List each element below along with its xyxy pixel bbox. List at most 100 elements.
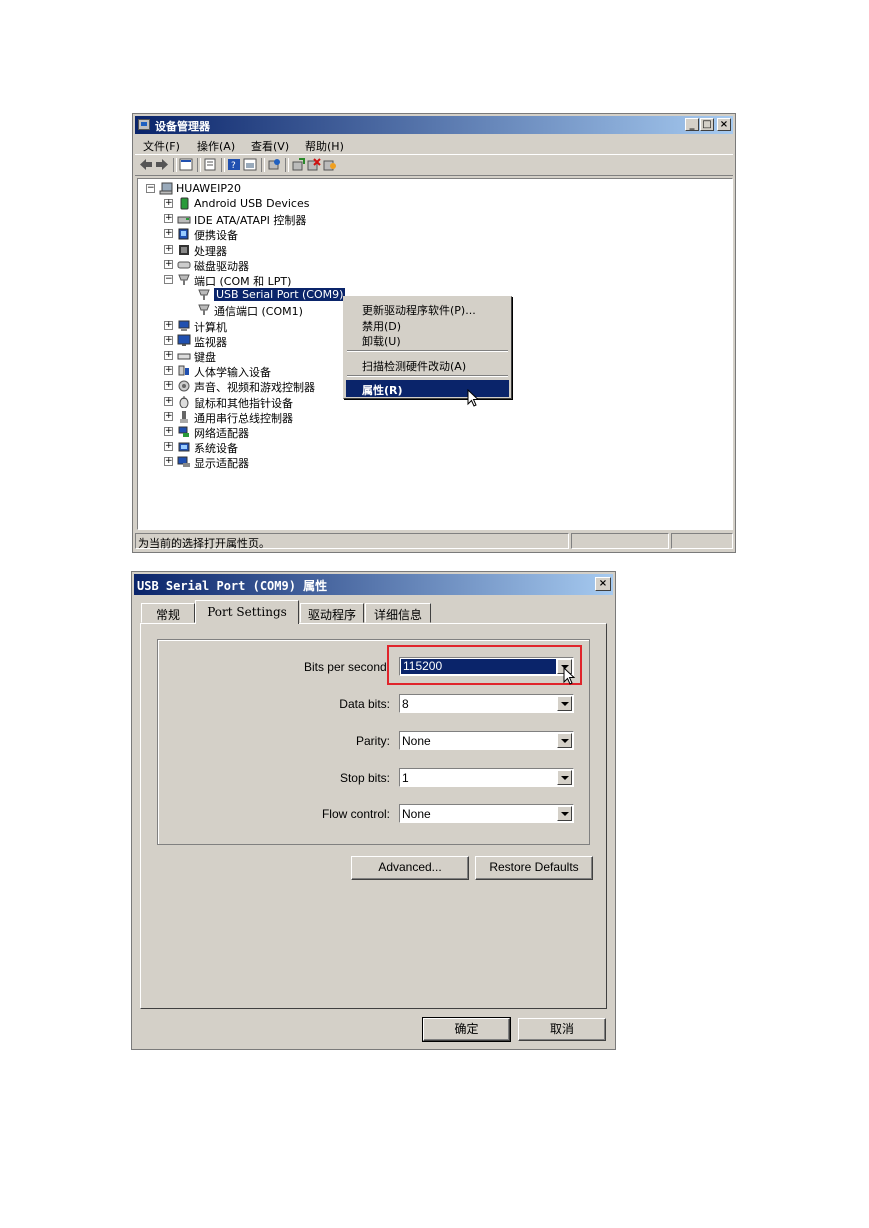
- menu-help[interactable]: 帮助(H): [305, 138, 344, 154]
- help-icon[interactable]: ?: [227, 158, 241, 171]
- properties-icon[interactable]: [203, 158, 217, 171]
- tree-item-label: USB Serial Port (COM9): [214, 288, 346, 302]
- keyboard-icon: [177, 353, 191, 360]
- mouse-cursor-icon: [563, 667, 576, 685]
- tree-item-label: Android USB Devices: [194, 197, 310, 210]
- expand-icon[interactable]: +: [164, 411, 173, 421]
- tree-item-label: 便携设备: [194, 229, 238, 243]
- show-hide-tree-icon[interactable]: [179, 158, 193, 171]
- device-manager-title: 设备管理器: [155, 120, 210, 133]
- view-icon[interactable]: [243, 158, 257, 171]
- tree-item-label: 磁盘驱动器: [194, 259, 249, 273]
- expand-icon[interactable]: +: [164, 214, 173, 224]
- menu-action[interactable]: 操作(A): [197, 138, 235, 154]
- expand-icon[interactable]: +: [164, 457, 173, 467]
- menu-update-driver[interactable]: 更新驱动程序软件(P)...: [346, 300, 509, 317]
- menu-separator: [347, 375, 508, 377]
- mouse-icon: [179, 395, 189, 408]
- menu-separator: [347, 350, 508, 352]
- tab-driver[interactable]: 驱动程序: [300, 603, 364, 623]
- expand-icon[interactable]: +: [164, 381, 173, 391]
- stop-bits-select[interactable]: 1: [399, 768, 574, 787]
- expand-icon[interactable]: +: [164, 442, 173, 452]
- minimize-button[interactable]: _: [685, 118, 699, 131]
- status-cell: [571, 533, 669, 549]
- toolbar-separator: [197, 158, 201, 172]
- chevron-down-icon[interactable]: [557, 806, 572, 821]
- expand-icon[interactable]: +: [164, 229, 173, 239]
- menu-view[interactable]: 查看(V): [251, 138, 289, 154]
- close-button[interactable]: ×: [595, 577, 611, 591]
- expand-icon[interactable]: +: [164, 259, 173, 269]
- tree-item-label: 通用串行总线控制器: [194, 411, 293, 425]
- menu-uninstall[interactable]: 卸载(U): [346, 331, 509, 348]
- menu-disable[interactable]: 禁用(D): [346, 316, 509, 333]
- properties-titlebar[interactable]: USB Serial Port (COM9) 属性 ×: [134, 574, 613, 595]
- status-cell: [671, 533, 733, 549]
- tree-item-label: 端口 (COM 和 LPT): [194, 275, 292, 288]
- menu-file[interactable]: 文件(F): [143, 138, 180, 154]
- tab-general-label: 常规: [155, 608, 180, 622]
- toolbar: ?: [135, 154, 733, 176]
- tree-item-label: 鼠标和其他指针设备: [194, 396, 293, 410]
- status-bar: 为当前的选择打开属性页。: [135, 533, 733, 550]
- toolbar-separator: [173, 158, 177, 172]
- status-text: 为当前的选择打开属性页。: [138, 537, 270, 550]
- device-manager-app-icon: [138, 119, 150, 130]
- update-driver-icon[interactable]: [291, 158, 305, 171]
- processor-icon: [179, 244, 189, 255]
- chevron-down-icon[interactable]: [557, 696, 572, 711]
- toolbar-separator: [221, 158, 225, 172]
- expand-icon[interactable]: +: [164, 366, 173, 376]
- toolbar-separator: [261, 158, 265, 172]
- tree-item-label: 网络适配器: [194, 427, 249, 440]
- expand-icon[interactable]: +: [164, 427, 173, 436]
- data-bits-select[interactable]: 8: [399, 694, 574, 713]
- chevron-down-icon[interactable]: [557, 770, 572, 785]
- uninstall-icon[interactable]: [307, 158, 321, 171]
- chevron-down-icon[interactable]: [557, 733, 572, 748]
- context-menu: 更新驱动程序软件(P)... 禁用(D) 卸载(U) 扫描检测硬件改动(A) 属…: [343, 296, 512, 399]
- stop-bits-value: 1: [402, 771, 409, 785]
- parity-label: Parity:: [355, 734, 390, 748]
- close-button[interactable]: ×: [717, 118, 731, 131]
- ok-button[interactable]: 确定: [422, 1017, 511, 1042]
- menu-bar: 文件(F) 操作(A) 查看(V) 帮助(H): [135, 135, 733, 153]
- toolbar-separator: [285, 158, 289, 172]
- expand-icon[interactable]: +: [164, 199, 173, 208]
- flow-control-select[interactable]: None: [399, 804, 574, 823]
- expand-icon[interactable]: +: [164, 351, 173, 360]
- status-text-cell: 为当前的选择打开属性页。: [135, 533, 569, 550]
- expand-icon[interactable]: +: [164, 396, 173, 406]
- menu-scan-hardware[interactable]: 扫描检测硬件改动(A): [346, 356, 509, 373]
- ide-controller-icon: [177, 216, 191, 224]
- forward-icon[interactable]: [155, 158, 169, 171]
- back-icon[interactable]: [139, 158, 153, 171]
- collapse-icon[interactable]: −: [146, 184, 155, 193]
- tree-item-label: 监视器: [194, 335, 227, 349]
- device-manager-titlebar[interactable]: 设备管理器 _ □ ×: [135, 116, 733, 134]
- expand-icon[interactable]: +: [164, 335, 173, 345]
- tab-details[interactable]: 详细信息: [365, 603, 431, 623]
- tab-details-label: 详细信息: [373, 608, 422, 622]
- scan-hardware-icon[interactable]: [267, 158, 281, 171]
- restore-defaults-button[interactable]: Restore Defaults: [475, 856, 593, 880]
- computer-icon: [159, 182, 173, 195]
- menu-properties[interactable]: 属性(R): [346, 380, 509, 397]
- sound-icon: [178, 380, 190, 392]
- cancel-button[interactable]: 取消: [518, 1018, 606, 1041]
- maximize-button[interactable]: □: [700, 118, 714, 131]
- collapse-icon[interactable]: −: [164, 275, 173, 284]
- disk-drive-icon: [177, 261, 191, 269]
- tab-general[interactable]: 常规: [141, 603, 195, 623]
- expand-icon[interactable]: +: [164, 320, 173, 330]
- tree-item-label: 系统设备: [194, 442, 238, 456]
- properties-title: USB Serial Port (COM9) 属性: [137, 579, 328, 593]
- parity-select[interactable]: None: [399, 731, 574, 750]
- disable-icon[interactable]: [323, 158, 337, 171]
- port-icon: [178, 274, 190, 285]
- port-icon: [198, 304, 210, 316]
- advanced-button[interactable]: Advanced...: [351, 856, 469, 880]
- expand-icon[interactable]: +: [164, 244, 173, 254]
- tab-port-settings[interactable]: Port Settings: [195, 600, 299, 624]
